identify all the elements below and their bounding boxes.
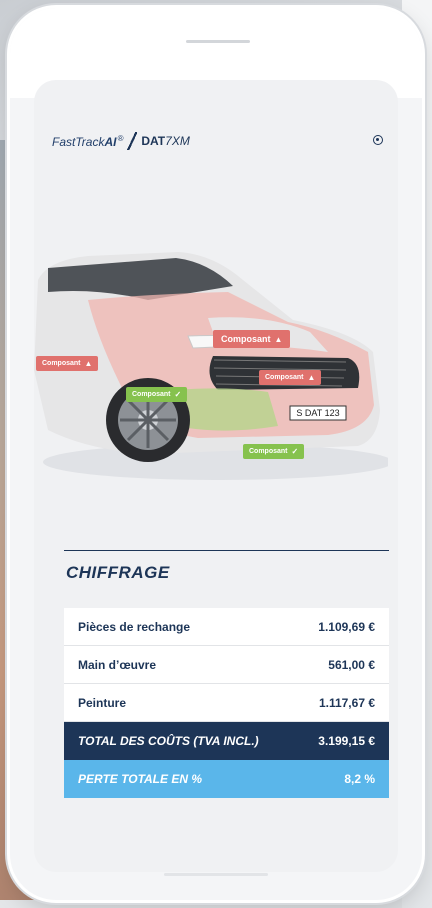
brand-fasttrack: FastTrackAI® (52, 133, 124, 149)
row-label: Main d’œuvre (78, 657, 157, 672)
damage-tag-hood[interactable]: Composant ▲ (213, 330, 291, 348)
total-value: 3.199,15 € (318, 734, 375, 748)
damage-tag-bumper[interactable]: Composant ✓ (243, 444, 305, 459)
row-label: Pièces de rechange (78, 619, 191, 634)
brand-dat: DAT7XM (141, 134, 190, 148)
warning-icon: ▲ (84, 359, 93, 368)
warning-icon: ▲ (274, 334, 283, 344)
brand-divider (127, 132, 138, 150)
damage-tag-fender[interactable]: Composant ▲ (36, 356, 99, 371)
cost-table: Pièces de rechange 1.109,69 € Main d’œuv… (64, 608, 389, 798)
row-value: 1.109,69 € (318, 619, 375, 634)
damage-tag-foglight[interactable]: Composant ✓ (126, 387, 188, 402)
phone-speaker (186, 40, 250, 43)
radio-icon[interactable] (373, 135, 383, 145)
loss-label: PERTE TOTALE EN % (78, 772, 203, 786)
check-icon: ✓ (291, 447, 299, 456)
brand-logo: FastTrackAI® DAT7XM (52, 131, 190, 151)
table-row: Pièces de rechange 1.109,69 € (64, 608, 389, 646)
loss-value: 8,2 % (344, 772, 375, 786)
row-label: Peinture (78, 695, 127, 710)
loss-row: PERTE TOTALE EN % 8,2 % (64, 760, 389, 798)
row-value: 561,00 € (328, 657, 375, 672)
section-divider (64, 550, 389, 551)
warning-icon: ▲ (307, 373, 316, 382)
total-row: TOTAL DES COÛTS (TVA INCL.) 3.199,15 € (64, 722, 389, 760)
check-icon: ✓ (174, 390, 182, 399)
table-row: Peinture 1.117,67 € (64, 684, 389, 722)
total-label: TOTAL DES COÛTS (TVA INCL.) (78, 734, 259, 748)
home-indicator[interactable] (164, 873, 268, 876)
table-row: Main d’œuvre 561,00 € (64, 646, 389, 684)
damage-tag-grille[interactable]: Composant ▲ (259, 370, 322, 385)
svg-text:S DAT 123: S DAT 123 (296, 408, 339, 418)
row-value: 1.117,67 € (318, 695, 375, 710)
section-title: CHIFFRAGE (66, 563, 170, 582)
